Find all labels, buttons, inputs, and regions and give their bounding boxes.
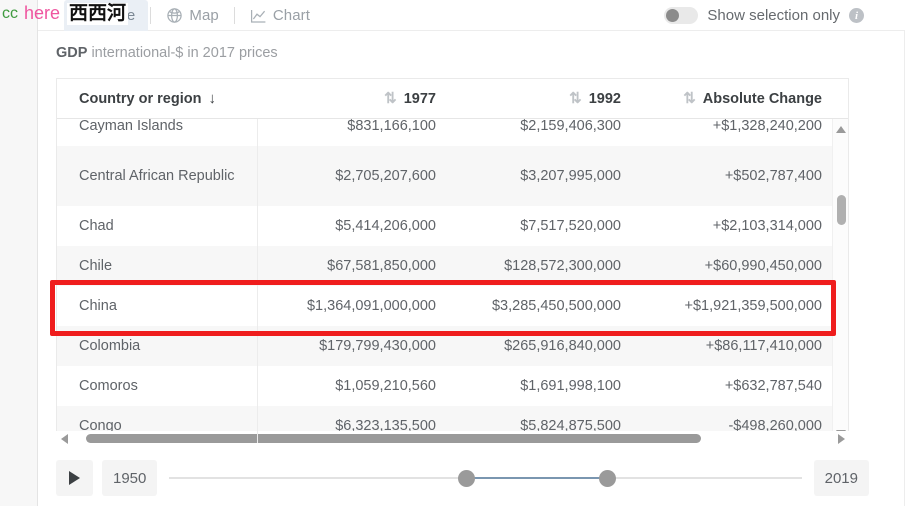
column-header-absolute-change-label: Absolute Change: [702, 90, 822, 107]
cell-1977: $831,166,100: [347, 119, 436, 134]
cell-1992: $1,691,998,100: [520, 378, 621, 394]
line-chart-icon: [250, 8, 267, 24]
cell-change: +$632,787,540: [724, 378, 822, 394]
play-icon: [69, 471, 80, 485]
column-header-country-label: Country or region: [79, 90, 202, 107]
sort-toggle-icon-1977: ⇅: [384, 90, 397, 107]
column-header-absolute-change[interactable]: ⇅ Absolute Change: [627, 91, 832, 107]
cell-1977: $179,799,430,000: [319, 338, 436, 354]
cell-1977: $1,059,210,560: [335, 378, 436, 394]
cell-1992: $265,916,840,000: [504, 338, 621, 354]
cell-change: +$2,103,314,000: [712, 218, 822, 234]
cell-change: +$502,787,400: [724, 168, 822, 184]
table-row[interactable]: Colombia $179,799,430,000 $265,916,840,0…: [57, 326, 848, 366]
top-toolbar: Table Map Chart Show selection only i: [38, 0, 905, 31]
column-separator: [257, 79, 258, 443]
show-selection-only-label: Show selection only: [707, 7, 840, 24]
globe-icon: [166, 7, 183, 24]
table-row[interactable]: Chad $5,414,206,000 $7,517,520,000 +$2,1…: [57, 206, 848, 246]
metric-subtitle: GDP international-$ in 2017 prices: [56, 45, 278, 61]
cell-country: Chad: [79, 218, 114, 234]
table-rows-container: Cayman Islands $831,166,100 $2,159,406,3…: [57, 119, 848, 443]
tab-chart-label: Chart: [272, 7, 311, 24]
app-root: Table Map Chart Show selection only i cc…: [0, 0, 905, 506]
scroll-right-icon[interactable]: [834, 431, 848, 446]
year-range-slider[interactable]: [169, 460, 802, 496]
metric-unit: international-$ in 2017 prices: [87, 45, 278, 61]
tab-divider-1: [150, 7, 152, 24]
slider-selected-range: [466, 477, 609, 479]
tab-divider-2: [233, 7, 235, 24]
scroll-up-icon[interactable]: [833, 121, 848, 137]
cell-1992: $3,285,450,500,000: [491, 298, 621, 314]
cell-country: Central African Republic: [79, 168, 235, 184]
show-selection-only-control: Show selection only i: [664, 0, 864, 31]
column-header-1977-label: 1977: [403, 90, 436, 107]
table-row[interactable]: Comoros $1,059,210,560 $1,691,998,100 +$…: [57, 366, 848, 406]
cell-1992: $3,207,995,000: [520, 168, 621, 184]
tab-map[interactable]: Map: [153, 0, 231, 31]
horizontal-scrollbar[interactable]: [56, 431, 849, 446]
cell-1977: $1,364,091,000,000: [306, 298, 436, 314]
vertical-scrollbar[interactable]: [832, 119, 848, 443]
tab-map-label: Map: [189, 7, 219, 24]
cell-1977: $5,414,206,000: [335, 218, 436, 234]
horizontal-scrollbar-thumb[interactable]: [86, 434, 701, 443]
cell-change: +$1,328,240,200: [712, 119, 822, 134]
table-row[interactable]: Chile $67,581,850,000 $128,572,300,000 +…: [57, 246, 848, 286]
cell-change: +$60,990,450,000: [704, 258, 822, 274]
table-icon: [77, 8, 93, 24]
sort-desc-icon: ↓: [208, 90, 216, 107]
column-header-1992-label: 1992: [588, 90, 621, 107]
scroll-left-icon[interactable]: [57, 431, 71, 446]
end-year-box[interactable]: 2019: [813, 460, 869, 496]
show-selection-only-toggle[interactable]: [664, 7, 699, 24]
left-gutter: [0, 0, 38, 506]
view-tabs: Table Map Chart: [64, 0, 323, 31]
tab-chart[interactable]: Chart: [237, 0, 323, 31]
cell-country: Comoros: [79, 378, 138, 394]
table-header-row: Country or region ↓ ⇅ 1977 ⇅ 1992 ⇅ Abso…: [57, 79, 848, 119]
column-header-country[interactable]: Country or region ↓: [57, 91, 257, 107]
cell-country: Colombia: [79, 338, 141, 354]
column-header-1977[interactable]: ⇅ 1977: [257, 91, 442, 107]
data-table-panel: Country or region ↓ ⇅ 1977 ⇅ 1992 ⇅ Abso…: [56, 78, 849, 444]
cell-1992: $128,572,300,000: [504, 258, 621, 274]
end-year-label: 2019: [824, 469, 858, 487]
cell-1977: $2,705,207,600: [335, 168, 436, 184]
table-row-highlighted[interactable]: China $1,364,091,000,000 $3,285,450,500,…: [57, 286, 848, 326]
cell-1992: $2,159,406,300: [520, 119, 621, 134]
slider-handle-end[interactable]: [599, 470, 617, 487]
toggle-knob: [666, 9, 680, 22]
play-button[interactable]: [56, 460, 93, 496]
table-body[interactable]: Cayman Islands $831,166,100 $2,159,406,3…: [57, 119, 848, 443]
metric-name: GDP: [56, 45, 88, 61]
sort-toggle-icon-change: ⇅: [683, 90, 696, 107]
start-year-box[interactable]: 1950: [102, 460, 158, 496]
info-icon[interactable]: i: [849, 8, 864, 23]
table-row[interactable]: Cayman Islands $831,166,100 $2,159,406,3…: [57, 119, 848, 146]
cell-change: +$1,921,359,500,000: [684, 298, 822, 314]
cell-country: Chile: [79, 258, 113, 274]
cell-1992: $7,517,520,000: [520, 218, 621, 234]
column-header-1992[interactable]: ⇅ 1992: [442, 91, 627, 107]
slider-handle-start[interactable]: [457, 470, 475, 487]
tab-table[interactable]: Table: [64, 0, 149, 31]
cell-country: China: [79, 298, 117, 314]
table-row[interactable]: Central African Republic $2,705,207,600 …: [57, 146, 848, 206]
start-year-label: 1950: [113, 469, 147, 487]
cell-1977: $67,581,850,000: [327, 258, 436, 274]
timeline-controls: 1950 2019: [56, 458, 869, 498]
vertical-scrollbar-thumb[interactable]: [837, 195, 846, 225]
tab-table-label: Table: [99, 7, 136, 24]
cell-change: +$86,117,410,000: [705, 338, 822, 354]
cell-country: Cayman Islands: [79, 119, 183, 134]
sort-toggle-icon-1992: ⇅: [569, 90, 582, 107]
